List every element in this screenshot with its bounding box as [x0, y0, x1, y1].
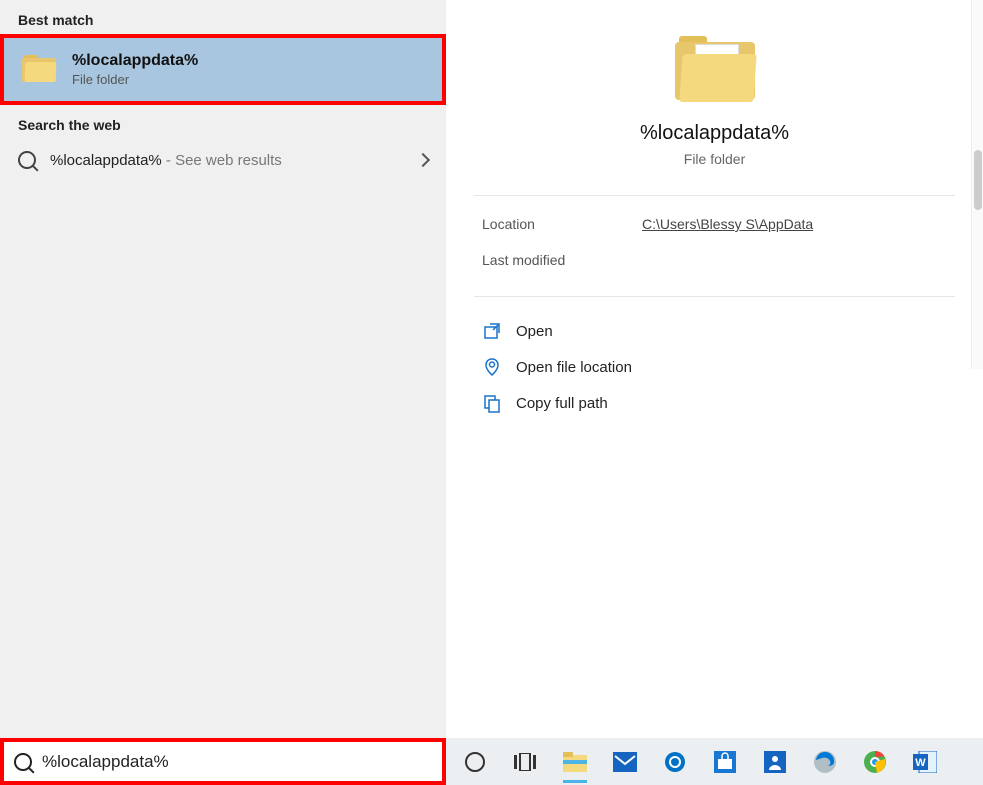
detail-title: %localappdata% — [640, 122, 789, 145]
open-label: Open — [516, 323, 553, 340]
dell-button[interactable] — [660, 747, 690, 777]
web-result-item[interactable]: %localappdata% - See web results — [0, 139, 446, 181]
taskbar: W — [446, 738, 983, 785]
folder-icon — [22, 55, 56, 85]
search-box[interactable] — [0, 738, 446, 785]
open-location-label: Open file location — [516, 359, 632, 376]
copy-icon — [482, 393, 502, 413]
cortana-button[interactable] — [460, 747, 490, 777]
search-results-pane: Best match %localappdata% File folder Se… — [0, 0, 446, 738]
best-match-subtitle: File folder — [72, 72, 198, 87]
edge-button[interactable] — [810, 747, 840, 777]
scrollbar[interactable] — [971, 0, 983, 369]
chrome-button[interactable] — [860, 747, 890, 777]
svg-text:W: W — [915, 757, 926, 769]
detail-pane: %localappdata% File folder Location C:\U… — [446, 0, 983, 738]
best-match-label: Best match — [0, 0, 446, 34]
search-web-label: Search the web — [0, 105, 446, 139]
search-icon — [14, 753, 32, 771]
last-modified-label: Last modified — [482, 252, 642, 268]
file-explorer-button[interactable] — [560, 747, 590, 777]
store-button[interactable] — [710, 747, 740, 777]
web-result-text: %localappdata% - See web results — [50, 152, 404, 169]
copy-full-path-action[interactable]: Copy full path — [470, 385, 959, 421]
best-match-title: %localappdata% — [72, 52, 198, 70]
location-label: Location — [482, 216, 642, 232]
mail-button[interactable] — [610, 747, 640, 777]
bottom-bar: W — [0, 738, 983, 785]
copy-path-label: Copy full path — [516, 395, 608, 412]
open-action[interactable]: Open — [470, 313, 959, 349]
location-link[interactable]: C:\Users\Blessy S\AppData — [642, 216, 813, 232]
search-icon — [18, 151, 36, 169]
open-file-location-action[interactable]: Open file location — [470, 349, 959, 385]
chevron-right-icon — [416, 153, 430, 167]
location-icon — [482, 357, 502, 377]
search-input[interactable] — [42, 752, 432, 772]
best-match-item[interactable]: %localappdata% File folder — [0, 34, 446, 105]
people-button[interactable] — [760, 747, 790, 777]
folder-large-icon — [675, 36, 755, 106]
detail-subtitle: File folder — [684, 151, 745, 167]
task-view-button[interactable] — [510, 747, 540, 777]
word-button[interactable]: W — [910, 747, 940, 777]
open-icon — [482, 321, 502, 341]
